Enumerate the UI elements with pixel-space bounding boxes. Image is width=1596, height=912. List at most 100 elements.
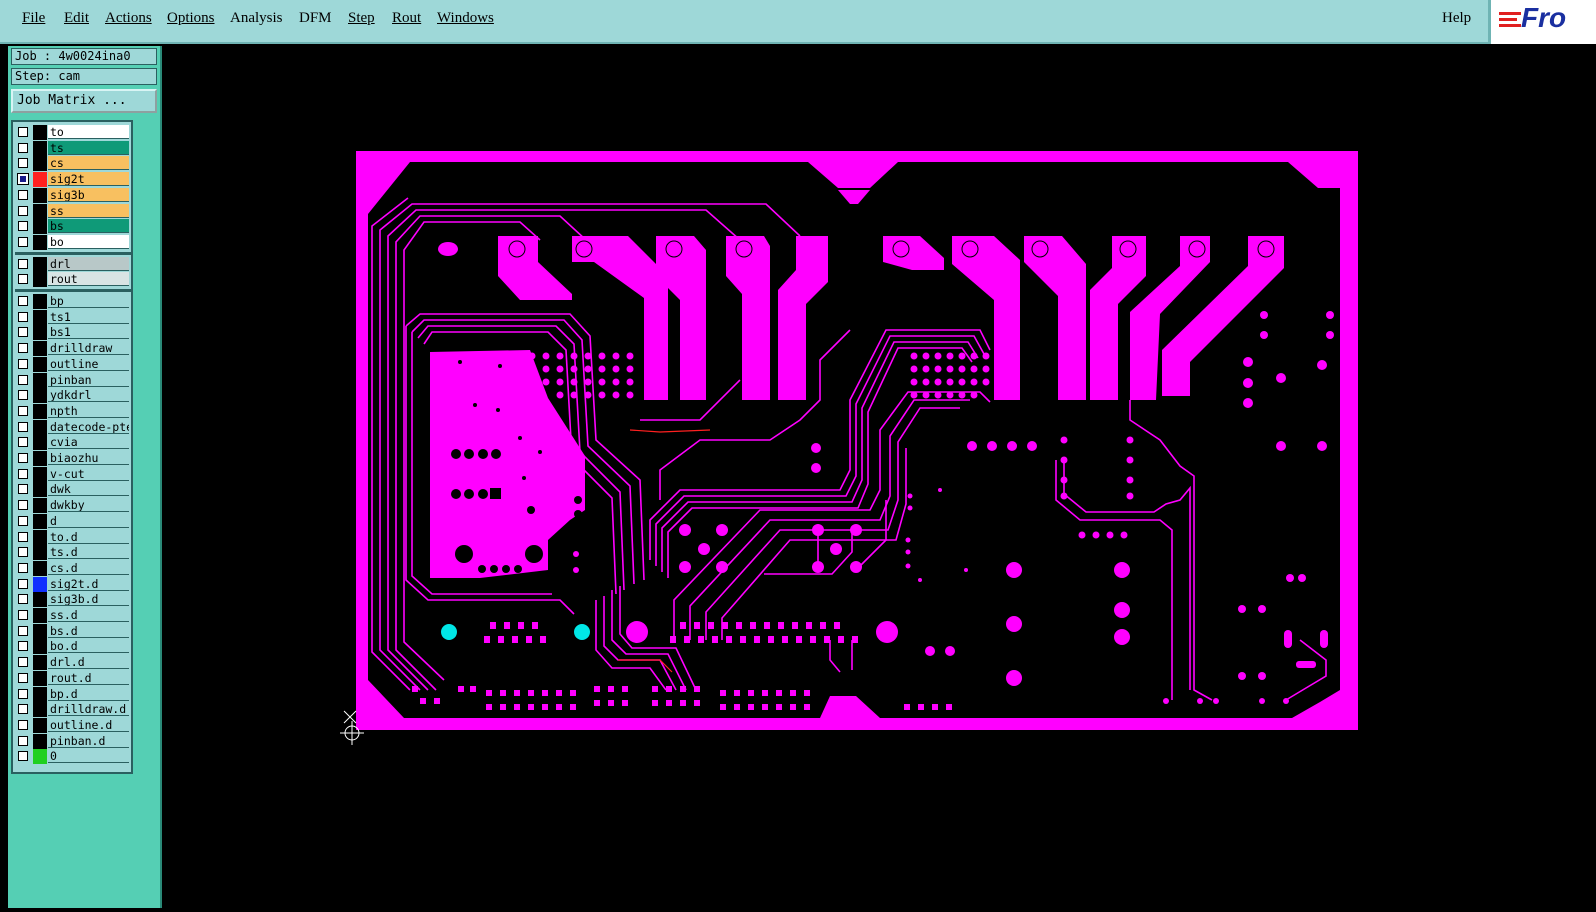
layer-row-cs-d[interactable]: cs.d xyxy=(15,560,131,576)
layer-color-swatch[interactable] xyxy=(33,140,47,156)
layer-row-drl[interactable]: drl xyxy=(15,256,131,272)
layer-checkbox[interactable] xyxy=(18,189,28,200)
layer-name[interactable]: ss.d xyxy=(48,608,129,622)
layer-name[interactable]: dwkby xyxy=(48,498,129,513)
layer-name[interactable]: bo.d xyxy=(48,639,129,654)
layer-row-cs[interactable]: cs xyxy=(15,156,131,172)
layer-color-swatch[interactable] xyxy=(33,513,47,529)
layer-name[interactable]: v-cut xyxy=(48,466,129,481)
layer-color-swatch[interactable] xyxy=(33,733,47,749)
layer-name[interactable]: to.d xyxy=(48,529,129,544)
layer-checkbox[interactable] xyxy=(18,484,28,495)
layer-checkbox[interactable] xyxy=(18,735,28,746)
layer-row-bo-d[interactable]: bo.d xyxy=(15,639,131,655)
layer-checkbox[interactable] xyxy=(18,515,28,526)
layer-row-datecode-pte[interactable]: datecode-pte xyxy=(15,419,131,435)
layer-row-cvia[interactable]: cvia xyxy=(15,435,131,451)
layer-checkbox[interactable] xyxy=(18,500,28,511)
layer-color-swatch[interactable] xyxy=(33,388,47,404)
layer-row-bp-d[interactable]: bp.d xyxy=(15,686,131,702)
layer-color-swatch[interactable] xyxy=(33,592,47,608)
layer-checkbox[interactable] xyxy=(18,594,28,605)
layer-color-swatch[interactable] xyxy=(33,717,47,733)
layer-checkbox[interactable] xyxy=(18,236,28,247)
layer-color-swatch[interactable] xyxy=(33,403,47,419)
menu-help[interactable]: Help xyxy=(1442,10,1471,27)
layer-color-swatch[interactable] xyxy=(33,234,47,250)
layer-checkbox[interactable] xyxy=(18,751,28,762)
layer-row-drilldraw-d[interactable]: drilldraw.d xyxy=(15,702,131,718)
layer-row-d[interactable]: d xyxy=(15,513,131,529)
menu-dfm[interactable]: DFM xyxy=(299,10,332,27)
layer-name[interactable]: cs.d xyxy=(48,560,129,575)
layer-name[interactable]: bs1 xyxy=(48,325,129,340)
layer-row-bs-d[interactable]: bs.d xyxy=(15,623,131,639)
layer-name[interactable]: biaozhu xyxy=(48,451,129,465)
layer-color-swatch[interactable] xyxy=(33,419,47,435)
layer-row-drl-d[interactable]: drl.d xyxy=(15,655,131,671)
layer-color-swatch[interactable] xyxy=(33,309,47,325)
layer-name[interactable]: 0 xyxy=(48,749,129,764)
layer-row-bp[interactable]: bp xyxy=(15,294,131,309)
layer-checkbox[interactable] xyxy=(18,205,28,216)
menu-edit[interactable]: Edit xyxy=(64,10,89,27)
layer-checkbox[interactable] xyxy=(18,296,28,306)
layer-checkbox[interactable] xyxy=(18,625,28,636)
layer-name[interactable]: dwk xyxy=(48,482,129,497)
layer-name[interactable]: outline xyxy=(48,356,129,371)
layer-name[interactable]: sig2t xyxy=(48,172,129,187)
layer-checkbox[interactable] xyxy=(18,343,28,354)
layer-checkbox[interactable] xyxy=(18,358,28,369)
layer-name[interactable]: bo xyxy=(48,234,129,249)
layer-name[interactable]: cs xyxy=(48,156,129,171)
layer-checkbox[interactable] xyxy=(18,258,28,269)
layer-name[interactable]: to xyxy=(48,125,129,139)
layer-row-rout-d[interactable]: rout.d xyxy=(15,670,131,686)
layer-row-ts[interactable]: ts xyxy=(15,140,131,156)
layer-row-outline-d[interactable]: outline.d xyxy=(15,717,131,733)
layer-name[interactable]: bp xyxy=(48,294,129,308)
layer-name[interactable]: pinban xyxy=(48,372,129,387)
layer-checkbox[interactable] xyxy=(18,562,28,573)
layer-name[interactable]: bs xyxy=(48,219,129,234)
layer-row-sig2t-d[interactable]: sig2t.d xyxy=(15,576,131,592)
layer-color-swatch[interactable] xyxy=(33,466,47,482)
layer-row-to[interactable]: to xyxy=(15,125,131,140)
layer-color-swatch[interactable] xyxy=(33,498,47,514)
layer-color-swatch[interactable] xyxy=(33,325,47,341)
layer-name[interactable]: pinban.d xyxy=(48,733,129,748)
layer-checkbox[interactable] xyxy=(18,390,28,401)
layer-color-swatch[interactable] xyxy=(33,125,47,140)
layer-checkbox[interactable] xyxy=(18,142,28,153)
layer-checkbox[interactable] xyxy=(17,173,29,186)
layer-color-swatch[interactable] xyxy=(33,156,47,172)
layer-color-swatch[interactable] xyxy=(33,639,47,655)
layer-color-swatch[interactable] xyxy=(33,256,47,272)
layer-row-ts1[interactable]: ts1 xyxy=(15,309,131,325)
layer-color-swatch[interactable] xyxy=(33,686,47,702)
job-matrix-button[interactable]: Job Matrix ... xyxy=(11,89,157,113)
layer-checkbox[interactable] xyxy=(18,327,28,338)
layer-name[interactable]: bp.d xyxy=(48,686,129,701)
graphic-canvas[interactable] xyxy=(163,46,1596,908)
layer-checkbox[interactable] xyxy=(18,374,28,385)
layer-row-ydkdrl[interactable]: ydkdrl xyxy=(15,388,131,404)
layer-row-ss-d[interactable]: ss.d xyxy=(15,608,131,623)
layer-checkbox[interactable] xyxy=(18,468,28,479)
layer-name[interactable]: cvia xyxy=(48,435,129,450)
layer-row-to-d[interactable]: to.d xyxy=(15,529,131,545)
layer-color-swatch[interactable] xyxy=(33,529,47,545)
menu-options[interactable]: Options xyxy=(167,10,215,27)
layer-checkbox[interactable] xyxy=(18,719,28,730)
layer-checkbox[interactable] xyxy=(18,453,28,463)
layer-color-swatch[interactable] xyxy=(33,482,47,498)
layer-color-swatch[interactable] xyxy=(33,576,47,592)
layer-color-swatch[interactable] xyxy=(33,451,47,466)
layer-color-swatch[interactable] xyxy=(33,187,47,203)
layer-row-sig3b-d[interactable]: sig3b.d xyxy=(15,592,131,608)
layer-name[interactable]: sig3b xyxy=(48,187,129,202)
layer-name[interactable]: rout.d xyxy=(48,670,129,685)
layer-color-swatch[interactable] xyxy=(33,435,47,451)
layer-checkbox[interactable] xyxy=(18,672,28,683)
layer-color-swatch[interactable] xyxy=(33,341,47,357)
